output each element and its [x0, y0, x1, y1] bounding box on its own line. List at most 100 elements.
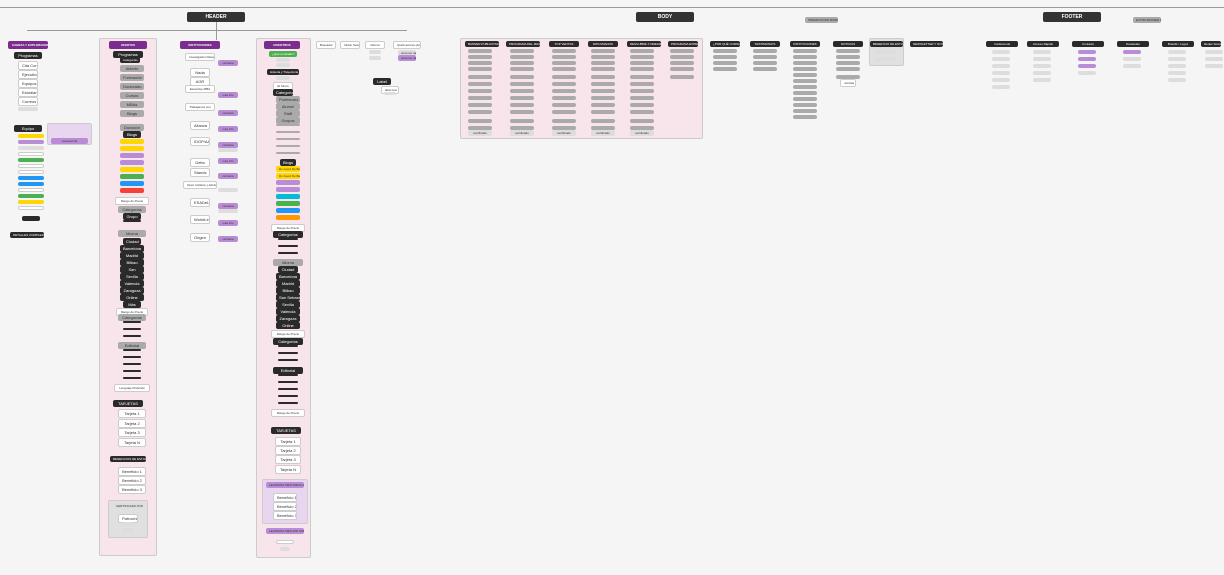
col4-tarj: Tarjeta 2	[275, 446, 301, 455]
col2-sub	[123, 377, 141, 379]
footer-link[interactable]	[1033, 50, 1051, 54]
body-item	[510, 67, 534, 71]
col2-cat: Categorías	[120, 57, 140, 63]
col2-sub: Grupo	[123, 213, 141, 220]
col4-item	[276, 152, 300, 154]
col4-sub	[278, 381, 298, 383]
col3-item: WorldLine	[190, 215, 210, 224]
col3-btn[interactable]: contacta	[218, 110, 238, 116]
footer-link[interactable]	[1123, 57, 1141, 61]
footer-link[interactable]	[1033, 57, 1051, 61]
footer-link[interactable]	[1078, 64, 1096, 68]
col1-programas: Programas	[14, 52, 42, 59]
body-item	[670, 49, 694, 53]
body-item	[793, 103, 817, 107]
body-item	[670, 61, 694, 65]
col3-btn[interactable]: más info	[218, 126, 238, 132]
col3-btn[interactable]: más info	[218, 220, 238, 226]
body-item	[793, 61, 817, 65]
body-item	[793, 79, 817, 83]
col2-sub	[123, 335, 141, 337]
sub-access: accesos rápidos	[398, 55, 416, 61]
body-item	[793, 85, 817, 89]
buscador[interactable]: Buscador	[316, 41, 336, 49]
col4-city: Valencia	[276, 308, 300, 315]
col4-sub	[278, 388, 298, 390]
col2-city: Valencia	[120, 280, 144, 287]
body-ben: BENEFICIO DE ESTUDIAR EN ESADE	[870, 41, 903, 47]
body-item	[630, 55, 654, 59]
footer-link[interactable]	[1078, 71, 1096, 75]
col3-btn	[218, 188, 238, 192]
col3-item: Trabajamos con	[185, 103, 215, 111]
body-item	[468, 75, 492, 79]
swatch	[18, 206, 44, 210]
col1-item: Equipos	[18, 79, 38, 88]
col4-learn2: LEARNING METHOD AND REUNIÓN CORP	[266, 528, 304, 534]
col3-btn[interactable]: más info	[218, 158, 238, 164]
body-item	[510, 55, 534, 59]
col4-rango3: Rango de Precio	[271, 409, 305, 417]
footer-link[interactable]	[992, 85, 1010, 89]
footer-link[interactable]	[1205, 50, 1223, 54]
col4-item: Grupos	[276, 117, 300, 124]
footer-link[interactable]	[1168, 71, 1186, 75]
col4-sub	[278, 359, 298, 361]
col2-red	[120, 188, 144, 193]
footer-link[interactable]	[1205, 64, 1223, 68]
ben-item	[876, 50, 896, 54]
col2-bitem: Beneficio 3	[118, 485, 146, 494]
col4-blog	[276, 215, 300, 220]
col2-bitem: Beneficio 2	[118, 476, 146, 485]
body-certif: certificado	[591, 130, 615, 136]
body-item	[510, 119, 534, 123]
footer-link[interactable]	[1033, 71, 1051, 75]
footer-link[interactable]	[992, 57, 1010, 61]
swatch	[18, 164, 44, 168]
footer-link[interactable]	[1168, 78, 1186, 82]
col4-blog	[276, 180, 300, 185]
footer-link[interactable]	[1168, 50, 1186, 54]
body-item	[630, 67, 654, 71]
body-item	[591, 82, 615, 86]
body-item	[630, 75, 654, 79]
body-item	[793, 49, 817, 53]
footer-link[interactable]	[1205, 57, 1223, 61]
col2-item: Cursos	[120, 92, 144, 99]
footer-link[interactable]	[1078, 50, 1096, 54]
iniciar-sesion[interactable]: Iniciar Sesión	[340, 41, 360, 49]
footer-col: Institucional	[986, 41, 1018, 47]
footer-link[interactable]	[992, 64, 1010, 68]
footer-link[interactable]	[992, 78, 1010, 82]
body-item	[793, 97, 817, 101]
footer-link[interactable]	[1078, 57, 1096, 61]
footer-link[interactable]	[992, 71, 1010, 75]
col4-cat2: Categorías	[273, 231, 303, 238]
body-item	[510, 75, 534, 79]
body-item	[753, 55, 777, 59]
col3-title: INSTITUCIONES	[180, 41, 220, 49]
col3-btn[interactable]: contacta	[218, 60, 238, 66]
body-item	[468, 89, 492, 93]
quick-access[interactable]: Quick access (Acceso rápido)	[393, 41, 421, 49]
footer-link[interactable]	[1168, 64, 1186, 68]
idioma[interactable]: Idioma	[365, 41, 385, 49]
body-prog: PROGRAMA DEL MES	[506, 41, 540, 47]
footer-link[interactable]	[1033, 78, 1051, 82]
body-item	[753, 61, 777, 65]
body-item	[510, 103, 534, 107]
col3-btn[interactable]: contacta	[218, 236, 238, 242]
footer-link[interactable]	[1123, 64, 1141, 68]
col2-tarjetas: TARJETAS	[113, 400, 143, 407]
col3-btn[interactable]: contacta	[218, 173, 238, 179]
footer-link[interactable]	[1033, 64, 1051, 68]
col4-tarjetas: TARJETAS	[271, 427, 301, 434]
body-test: TESTIMONIOS	[750, 41, 780, 47]
col4-city: Online	[276, 322, 300, 329]
body-item	[468, 67, 492, 71]
col3-btn[interactable]: más info	[218, 92, 238, 98]
footer-link[interactable]	[1123, 50, 1141, 54]
body-item	[836, 67, 860, 71]
footer-link[interactable]	[992, 50, 1010, 54]
footer-link[interactable]	[1168, 57, 1186, 61]
